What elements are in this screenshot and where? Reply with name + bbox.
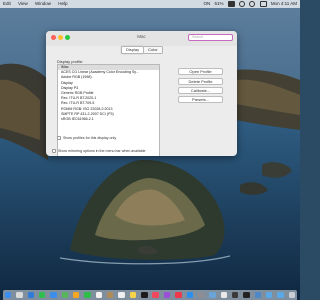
music-icon[interactable] xyxy=(152,291,159,299)
maps-icon[interactable] xyxy=(61,291,69,299)
profile-list[interactable]: iMac ACES CG Linear (Academy Color Encod… xyxy=(57,64,160,156)
downloads-folder-icon[interactable] xyxy=(265,291,273,299)
delete-profile-button[interactable]: Delete Profile xyxy=(178,78,223,85)
mirroring-label: Show mirroring options in the menu bar w… xyxy=(58,149,146,153)
battery-icon[interactable] xyxy=(227,0,235,7)
wifi-icon[interactable] xyxy=(239,0,246,7)
trash-icon[interactable] xyxy=(288,291,295,299)
messages-icon[interactable] xyxy=(39,291,46,299)
menu-view[interactable]: View xyxy=(18,1,28,6)
show-profiles-label: Show profiles for this display only xyxy=(63,136,117,140)
mirroring-option[interactable]: Show mirroring options in the menu bar w… xyxy=(52,149,146,153)
dock xyxy=(3,290,297,300)
mirroring-checkbox[interactable] xyxy=(52,149,56,153)
tab-color[interactable]: Color xyxy=(144,46,163,54)
preview-icon[interactable] xyxy=(209,291,216,299)
textedit-icon[interactable] xyxy=(220,291,227,299)
contacts-icon[interactable] xyxy=(107,291,114,299)
reminders-icon[interactable] xyxy=(118,291,125,299)
app-store-icon[interactable] xyxy=(186,291,193,299)
menu-edit[interactable]: Edit xyxy=(3,1,11,6)
terminal-icon[interactable] xyxy=(243,291,250,299)
status-indicator[interactable]: ON xyxy=(203,1,210,6)
open-profile-button[interactable]: Open Profile xyxy=(178,68,223,75)
display-preferences-window: Mac Search Display Color Display profile… xyxy=(46,31,237,156)
podcasts-icon[interactable] xyxy=(163,291,171,299)
battery-percent[interactable]: 51% xyxy=(214,1,223,6)
safari-icon[interactable] xyxy=(27,291,35,299)
facetime-icon[interactable] xyxy=(84,291,91,299)
show-profiles-option[interactable]: Show profiles for this display only xyxy=(57,136,116,140)
activity-monitor-icon[interactable] xyxy=(231,291,239,299)
calendar-icon[interactable] xyxy=(95,291,103,299)
calibrate-button[interactable]: Calibrate... xyxy=(178,87,223,94)
mail-icon[interactable] xyxy=(50,291,57,299)
presets-button[interactable]: Presets... xyxy=(178,96,223,103)
tv-icon[interactable] xyxy=(141,291,148,299)
launchpad-icon[interactable] xyxy=(16,291,23,299)
menu-window[interactable]: Window xyxy=(35,1,51,6)
control-center-icon[interactable] xyxy=(259,0,267,7)
menu-clock[interactable]: Mon 4:11 AM xyxy=(271,1,297,6)
news-icon[interactable] xyxy=(175,291,182,299)
utilities-icon[interactable] xyxy=(254,291,261,299)
show-profiles-checkbox[interactable] xyxy=(57,136,61,140)
finder-icon[interactable] xyxy=(5,291,12,299)
search-icon[interactable] xyxy=(249,0,256,7)
window-titlebar[interactable]: Mac Search xyxy=(46,31,237,46)
notes-icon[interactable] xyxy=(129,291,137,299)
menu-bar: Edit View Window Help ON 51% Mon 4:11 AM xyxy=(0,0,300,8)
search-field[interactable]: Search xyxy=(188,34,233,41)
system-preferences-icon[interactable] xyxy=(197,291,205,299)
tab-display[interactable]: Display xyxy=(121,46,145,54)
menu-help[interactable]: Help xyxy=(58,1,67,6)
tab-bar: Display Color xyxy=(121,46,163,54)
list-item[interactable]: sRGB IEC61966-2.1 xyxy=(58,117,159,122)
documents-folder-icon[interactable] xyxy=(277,291,284,299)
photos-icon[interactable] xyxy=(73,291,80,299)
